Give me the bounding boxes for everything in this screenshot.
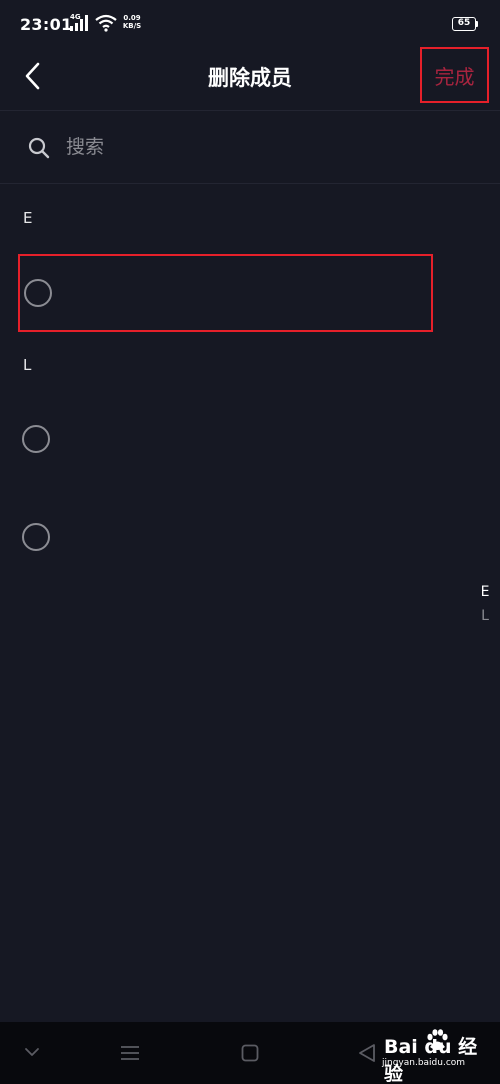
menu-icon[interactable] [120, 1045, 140, 1061]
section-header-e: E [23, 209, 33, 227]
chevron-down-icon[interactable] [24, 1047, 40, 1057]
battery-tip [476, 21, 478, 27]
member-checkbox[interactable] [22, 425, 50, 453]
network-speed-value: 0.09 [123, 14, 141, 22]
done-button-label: 完成 [434, 64, 475, 89]
nav-bar: 删除成员 完成 [0, 47, 500, 110]
home-square-icon[interactable] [241, 1044, 259, 1062]
section-header-l: L [23, 356, 32, 374]
screen: 23:01 4G 0.09 KB/S 65 删除成员 完成 搜索 E L E L… [0, 0, 500, 1084]
member-checkbox[interactable] [24, 279, 52, 307]
search-divider [0, 183, 500, 184]
back-triangle-icon[interactable] [358, 1043, 376, 1063]
status-time: 23:01 [20, 15, 73, 34]
wifi-icon [95, 14, 117, 32]
index-letter-l[interactable]: L [478, 608, 492, 624]
member-row[interactable] [0, 498, 440, 576]
watermark-url: jingyan.baidu.com [382, 1058, 466, 1068]
signal-icon [70, 15, 88, 31]
search-icon [28, 137, 50, 159]
battery-level: 65 [457, 18, 471, 28]
search-input[interactable] [66, 133, 446, 161]
network-speed: 0.09 KB/S [119, 14, 145, 30]
member-row[interactable] [18, 254, 433, 332]
network-speed-unit: KB/S [122, 22, 142, 30]
search-bar[interactable] [0, 111, 500, 183]
member-row[interactable] [0, 398, 440, 476]
battery-icon: 65 [452, 17, 476, 31]
index-letter-e[interactable]: E [478, 584, 492, 600]
done-button[interactable]: 完成 [420, 47, 489, 103]
watermark: Bai du 经验 jingyan.baidu.com [380, 1024, 496, 1084]
status-bar: 23:01 4G 0.09 KB/S 65 [0, 0, 500, 48]
member-checkbox[interactable] [22, 523, 50, 551]
